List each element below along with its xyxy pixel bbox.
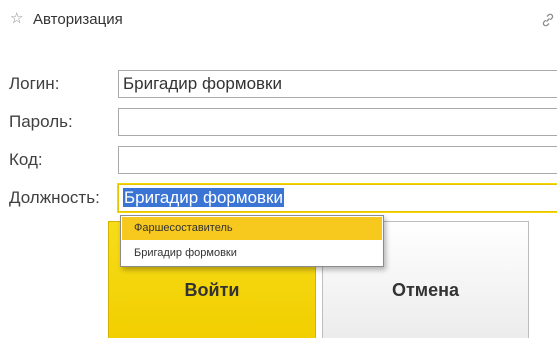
authorization-window: ☆ Авторизация Логин: Бригадир формовки П… bbox=[0, 0, 557, 338]
position-dropdown: Фаршесоставитель Бригадир формовки bbox=[120, 215, 384, 267]
position-field[interactable]: Бригадир формовки bbox=[118, 184, 557, 212]
code-field[interactable] bbox=[118, 146, 557, 174]
link-icon[interactable] bbox=[540, 12, 556, 28]
dropdown-item-farsh[interactable]: Фаршесоставитель bbox=[122, 217, 382, 240]
position-label: Должность: bbox=[9, 188, 100, 207]
login-field[interactable]: Бригадир формовки bbox=[118, 70, 557, 98]
position-field-value: Бригадир формовки bbox=[123, 188, 284, 207]
dropdown-item-brigadir[interactable]: Бригадир формовки bbox=[121, 241, 383, 266]
title-bar: ☆ Авторизация bbox=[0, 0, 557, 42]
dropdown-item-label: Фаршесоставитель bbox=[134, 222, 233, 234]
login-field-value: Бригадир формовки bbox=[123, 74, 282, 93]
dropdown-item-label: Бригадир формовки bbox=[134, 247, 237, 259]
star-icon[interactable]: ☆ bbox=[10, 9, 23, 29]
window-title: Авторизация bbox=[33, 11, 123, 28]
password-field[interactable] bbox=[118, 108, 557, 136]
login-button-label: Войти bbox=[184, 280, 240, 300]
cancel-button-label: Отмена bbox=[391, 280, 460, 300]
code-label: Код: bbox=[9, 150, 43, 169]
login-label: Логин: bbox=[9, 74, 60, 93]
password-label: Пароль: bbox=[9, 112, 73, 131]
